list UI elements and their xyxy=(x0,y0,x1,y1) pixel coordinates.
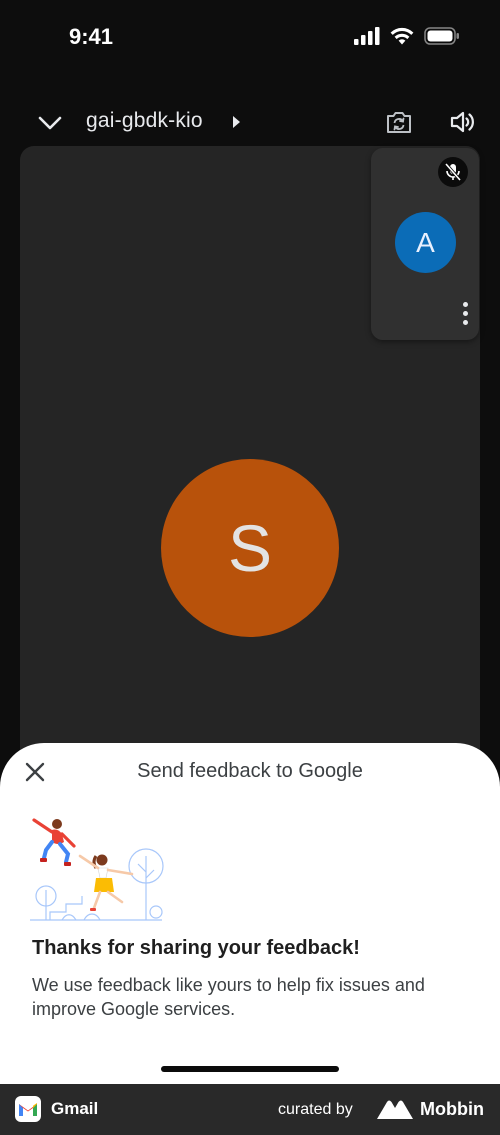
speaker-icon xyxy=(450,111,474,133)
brand-label: Mobbin xyxy=(420,1099,484,1119)
mute-badge xyxy=(438,157,468,187)
status-time: 9:41 xyxy=(69,24,114,49)
chevron-down-icon xyxy=(38,116,62,130)
speaker-button[interactable] xyxy=(446,105,480,139)
status-bar: 9:41 xyxy=(0,0,500,76)
collapse-button[interactable] xyxy=(34,107,66,139)
camera-switch-icon xyxy=(387,112,411,133)
battery-icon xyxy=(424,27,459,45)
more-vert-icon[interactable] xyxy=(455,298,475,328)
caret-right-icon[interactable] xyxy=(229,114,243,130)
feedback-sheet: Send feedback to Google Thanks for shari… xyxy=(0,743,500,1084)
mic-off-icon xyxy=(444,162,462,182)
wifi-icon xyxy=(390,27,414,45)
home-indicator[interactable] xyxy=(161,1066,339,1072)
sheet-body: We use feedback like yours to help fix i… xyxy=(32,975,425,1019)
feedback-illustration xyxy=(30,818,164,921)
signal-icon xyxy=(354,27,380,45)
call-header: gai-gbdk-kio xyxy=(0,95,500,149)
mobbin-logo-icon xyxy=(377,1100,413,1119)
main-participant-avatar: S xyxy=(161,459,339,637)
gmail-icon xyxy=(15,1096,41,1122)
sheet-title: Send feedback to Google xyxy=(137,760,363,782)
meeting-code[interactable]: gai-gbdk-kio xyxy=(86,109,203,133)
sheet-heading: Thanks for sharing your feedback! xyxy=(32,937,360,959)
self-avatar: A xyxy=(395,212,456,273)
curated-by-label: curated by xyxy=(278,1101,353,1118)
camera-switch-button[interactable] xyxy=(382,105,416,139)
bottom-bar: Gmail curated by Mobbin xyxy=(0,1084,500,1135)
self-view-tile[interactable]: A xyxy=(371,148,479,340)
status-icons xyxy=(354,27,460,45)
app-name-label: Gmail xyxy=(51,1099,99,1118)
